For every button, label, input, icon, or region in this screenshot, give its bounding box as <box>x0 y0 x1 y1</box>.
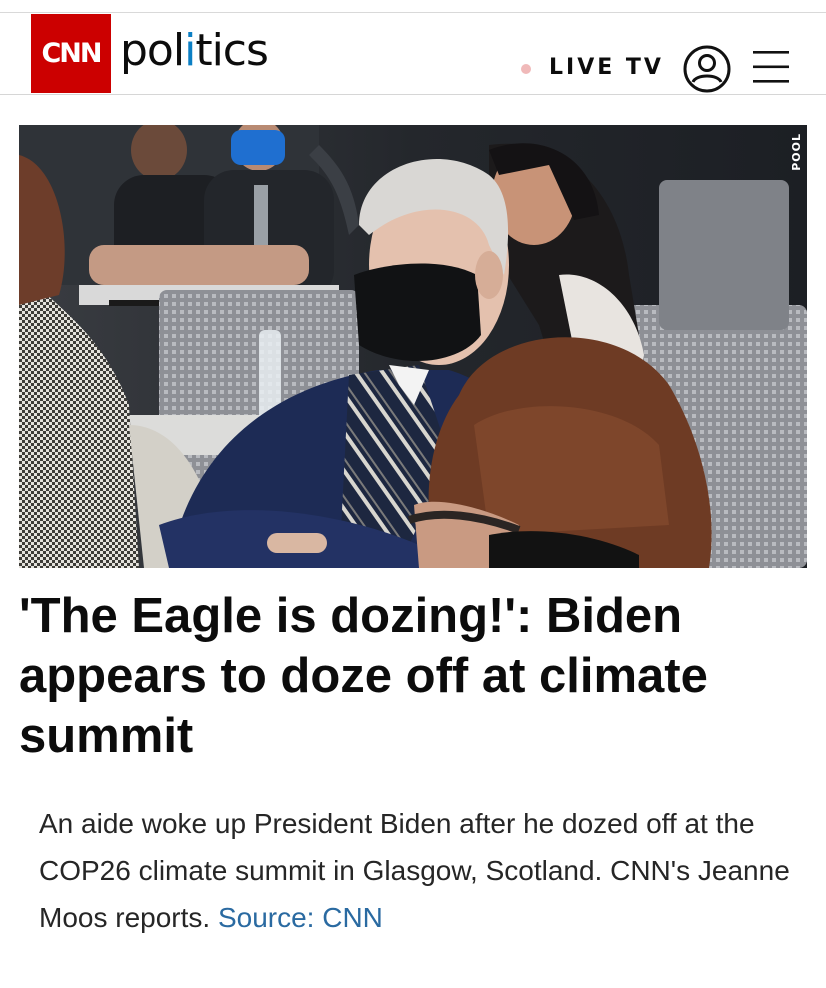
article-description: An aide woke up President Biden after he… <box>39 800 799 941</box>
section-title-politics[interactable]: politics <box>120 25 269 77</box>
description-text: An aide woke up President Biden after he… <box>39 808 790 933</box>
source-link[interactable]: Source: CNN <box>218 902 383 933</box>
cnn-logo[interactable]: CNN <box>31 14 111 93</box>
section-title-part: tics <box>195 25 269 76</box>
pool-watermark: POOL <box>790 133 803 171</box>
menu-icon[interactable] <box>753 50 789 84</box>
hero-image <box>19 125 807 568</box>
live-indicator-dot <box>521 64 531 74</box>
live-tv-link[interactable]: LIVE TV <box>549 55 664 80</box>
section-title-accent: i <box>184 25 196 76</box>
site-header: CNN politics LIVE TV <box>0 13 826 95</box>
hero-video-still[interactable]: POOL <box>19 125 807 568</box>
account-icon[interactable] <box>682 44 732 94</box>
article-headline[interactable]: 'The Eagle is dozing!': Biden appears to… <box>19 586 809 766</box>
section-title-part: pol <box>120 25 185 76</box>
